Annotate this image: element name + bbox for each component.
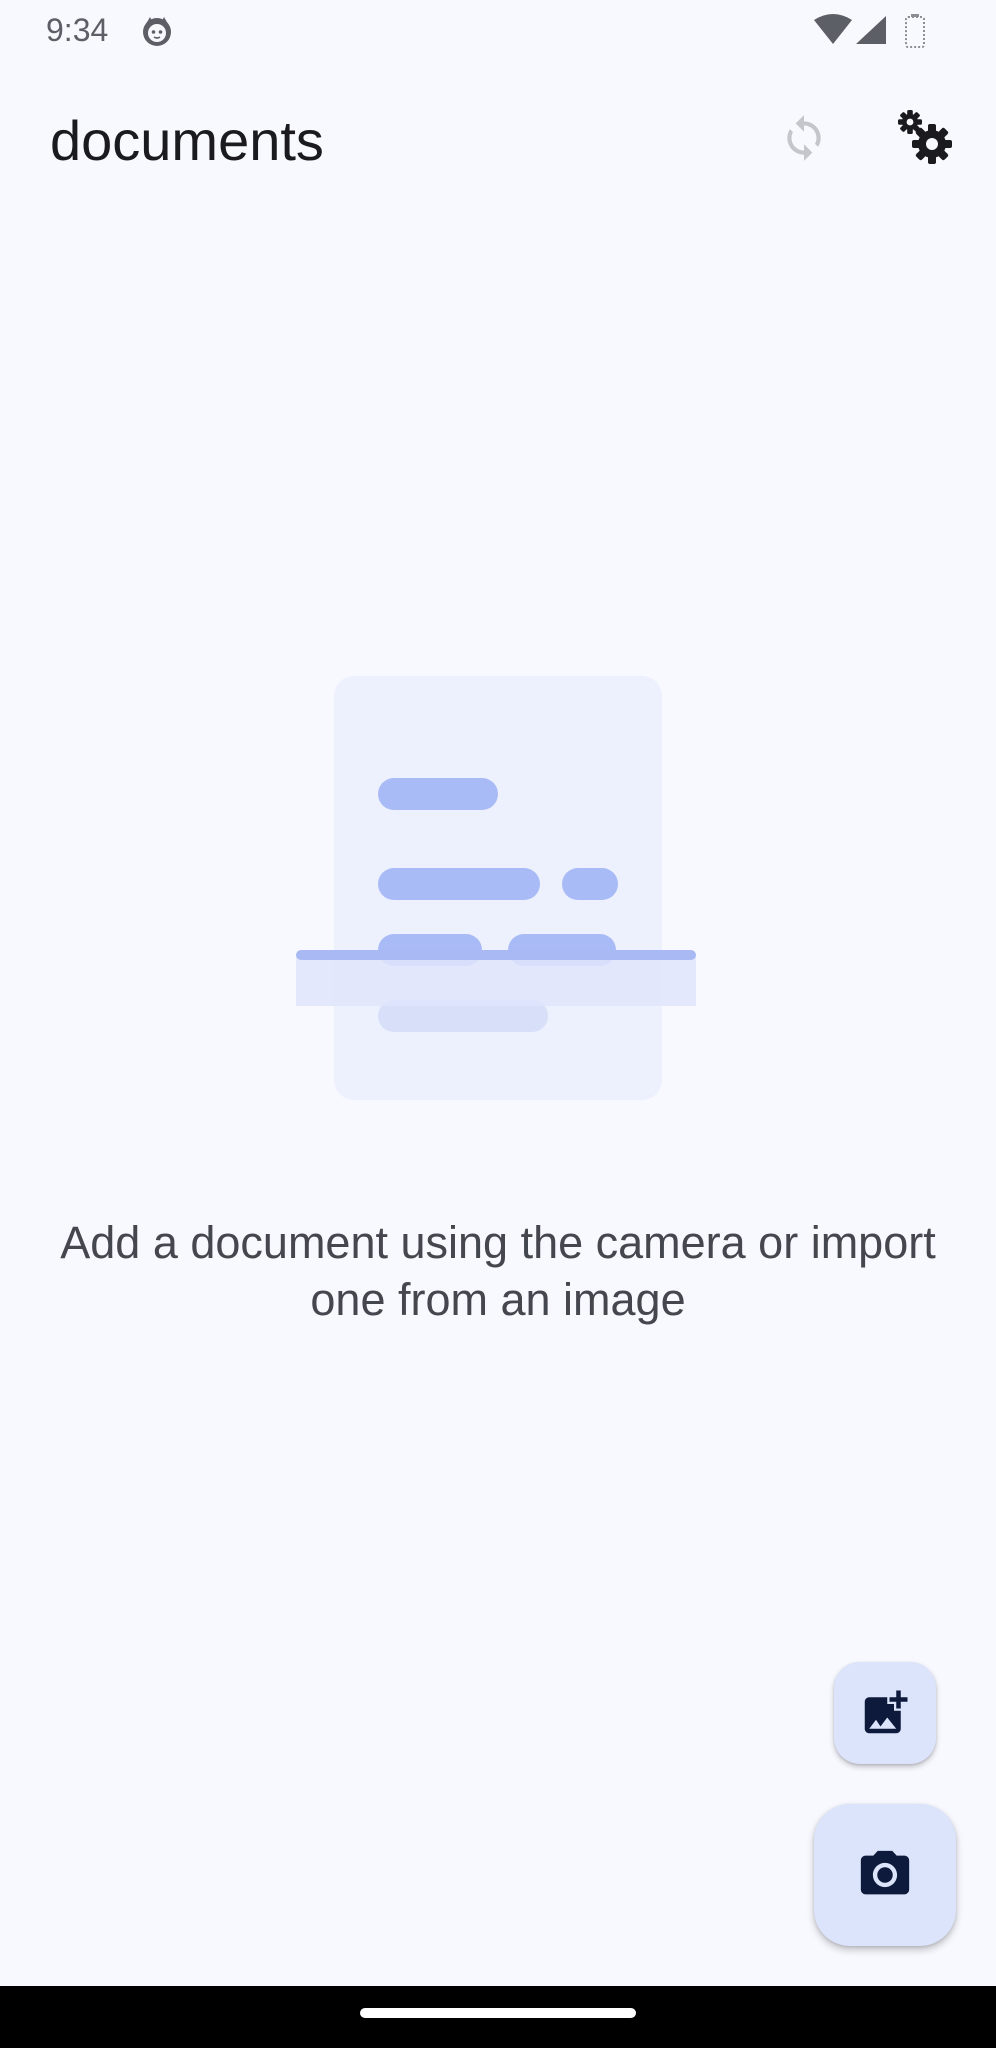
- scan-line: [296, 950, 696, 960]
- navigation-bar: [0, 1986, 996, 2048]
- status-time: 9:34: [46, 12, 109, 48]
- empty-state-message: Add a document using the camera or impor…: [60, 1217, 936, 1325]
- settings-gears-icon: [898, 110, 952, 164]
- camera-icon: [860, 1850, 910, 1895]
- camera-button[interactable]: [814, 1804, 956, 1946]
- illustration-line: [378, 778, 498, 810]
- wifi-icon: [814, 14, 852, 44]
- home-gesture-handle[interactable]: [360, 2008, 636, 2018]
- top-app-bar: documents: [0, 80, 996, 200]
- signal-icon: [856, 16, 886, 44]
- page-title: documents: [50, 109, 324, 172]
- scan-highlight: [296, 956, 696, 1006]
- cat-notification-icon: [143, 17, 171, 46]
- illustration-line: [378, 868, 540, 900]
- import-image-button[interactable]: [834, 1662, 936, 1764]
- sync-icon: [787, 115, 821, 161]
- sync-button[interactable]: [772, 106, 836, 170]
- document-scan-illustration: [296, 676, 696, 1100]
- status-bar: 9:34: [0, 0, 996, 62]
- battery-icon: [905, 14, 925, 48]
- illustration-line: [562, 868, 618, 900]
- settings-button[interactable]: [892, 104, 960, 172]
- add-photo-icon: [864, 1690, 908, 1734]
